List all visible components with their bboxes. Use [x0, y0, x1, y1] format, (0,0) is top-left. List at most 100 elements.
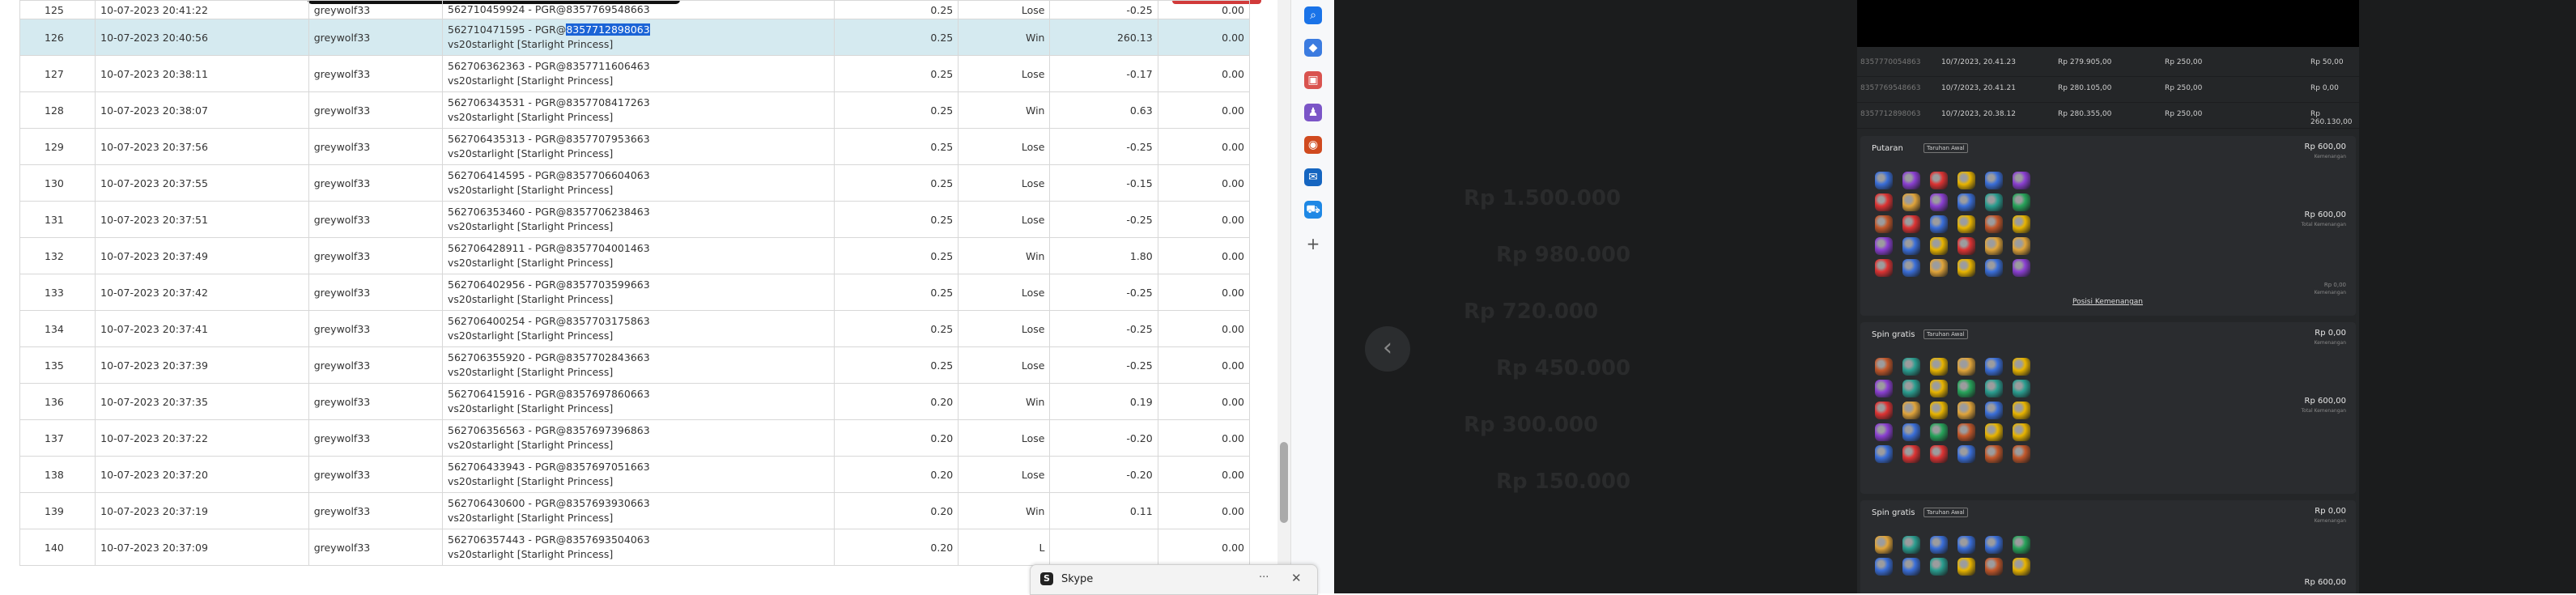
people-icon[interactable]: ♟	[1304, 104, 1322, 121]
row-number: 132	[19, 237, 96, 274]
toolbox-icon[interactable]: ▣	[1304, 71, 1322, 89]
history-round-id: 8357770054863	[1860, 58, 1921, 66]
game-name: vs20starlight [Starlight Princess]	[448, 220, 614, 232]
row-username: greywolf33	[308, 0, 444, 19]
background-prize-text: Rp 980.000	[1496, 243, 1631, 267]
background-prize-text: Rp 300.000	[1464, 413, 1599, 437]
slot-symbol-icon	[1958, 445, 1975, 463]
row-datetime: 10-07-2023 20:37:39	[95, 346, 309, 384]
row-username: greywolf33	[308, 346, 444, 384]
game-name: vs20starlight [Starlight Princess]	[448, 293, 614, 305]
slot-symbol-icon	[1985, 558, 2003, 576]
table-row[interactable]: 135 10-07-2023 20:37:39 greywolf33 56270635…	[19, 346, 1251, 384]
round-id: 562706362363 - PGR@8357711606463	[448, 60, 650, 72]
slot-symbol-icon	[1875, 237, 1893, 255]
row-jackpot: 0.00	[1157, 164, 1251, 202]
winning-positions-link[interactable]: Posisi Kemenangan	[2072, 298, 2143, 306]
slot-symbol-icon	[1930, 193, 1948, 211]
add-icon[interactable]: +	[1304, 235, 1322, 253]
back-arrow-icon[interactable]: ‹	[1365, 326, 1410, 372]
row-username: greywolf33	[308, 91, 444, 129]
cart-icon[interactable]: ⛟	[1304, 201, 1322, 219]
table-row[interactable]: 130 10-07-2023 20:37:55 greywolf33 56270641…	[19, 164, 1251, 202]
office-icon[interactable]: ◉	[1304, 136, 1322, 154]
row-username: greywolf33	[308, 201, 444, 238]
table-row[interactable]: 125 10-07-2023 20:41:22 greywolf33 56271045…	[19, 0, 1251, 19]
slot-symbol-icon	[2013, 402, 2030, 419]
row-round-info: 562706428911 - PGR@8357704001463 vs20star…	[442, 237, 835, 274]
card-win-label: Kemenangan	[2314, 518, 2346, 524]
table-row[interactable]: 127 10-07-2023 20:38:11 greywolf33 56270636…	[19, 55, 1251, 92]
close-icon[interactable]: ✕	[1291, 571, 1302, 585]
round-id: 562706433943 - PGR@8357697051663	[448, 461, 650, 473]
history-bet: Rp 250,00	[2165, 110, 2203, 118]
row-datetime: 10-07-2023 20:37:55	[95, 164, 309, 202]
table-row[interactable]: 132 10-07-2023 20:37:49 greywolf33 56270642…	[19, 237, 1251, 274]
row-win-lose: -0.25	[1049, 310, 1158, 347]
slot-symbol-icon	[1985, 423, 2003, 441]
table-row[interactable]: 131 10-07-2023 20:37:51 greywolf33 56270635…	[19, 201, 1251, 238]
search-icon[interactable]: ⌕	[1304, 6, 1322, 24]
history-round-id: 8357712898063	[1860, 110, 1921, 118]
card-win-amount: Rp 600,00	[2304, 142, 2346, 151]
round-id-prefix: 562710471595 - PGR@	[448, 23, 567, 36]
row-number: 139	[19, 492, 96, 529]
slot-symbol-icon	[1985, 402, 2003, 419]
background-prize-text: Rp 150.000	[1496, 470, 1631, 494]
tag-icon[interactable]: ◆	[1304, 39, 1322, 57]
row-win-lose: -0.17	[1049, 55, 1158, 92]
slot-symbol-icon	[1930, 215, 1948, 233]
history-row[interactable]: 8357712898063 10/7/2023, 20.38.12 Rp 280.3…	[1857, 102, 2359, 129]
slot-symbol-icon	[1875, 215, 1893, 233]
row-bet: 0.25	[833, 55, 959, 92]
bet-history-table: 125 10-07-2023 20:41:22 greywolf33 56271045…	[19, 0, 1251, 566]
scrollbar-thumb[interactable]	[1280, 442, 1288, 523]
round-id: 562706435313 - PGR@8357707953663	[448, 133, 650, 145]
row-username: greywolf33	[308, 55, 444, 92]
game-name: vs20starlight [Starlight Princess]	[448, 184, 614, 196]
table-row[interactable]: 139 10-07-2023 20:37:19 greywolf33 56270643…	[19, 492, 1251, 529]
row-result: Win	[958, 237, 1051, 274]
table-row[interactable]: 129 10-07-2023 20:37:56 greywolf33 56270643…	[19, 128, 1251, 165]
row-bet: 0.25	[833, 128, 959, 165]
spin-result-card: Spin gratis Taruhan Awal Rp 0,00 Kemenangan…	[1860, 500, 2356, 593]
table-row[interactable]: 128 10-07-2023 20:38:07 greywolf33 56270634…	[19, 91, 1251, 129]
row-bet: 0.25	[833, 0, 959, 19]
row-jackpot: 0.00	[1157, 492, 1251, 529]
outlook-icon[interactable]: ✉	[1304, 168, 1322, 186]
slot-symbol-icon	[1958, 259, 1975, 277]
history-bet: Rp 250,00	[2165, 58, 2203, 66]
row-round-info: 562706357443 - PGR@8357693504063 vs20star…	[442, 529, 835, 566]
game-window: ‹ Rp 1.500.000 Rp 980.000 Rp 720.000 Rp 450…	[1334, 0, 2576, 593]
row-win-lose: -0.25	[1049, 0, 1158, 19]
table-row[interactable]: 140 10-07-2023 20:37:09 greywolf33 56270635…	[19, 529, 1251, 566]
slot-symbol-icon	[1958, 536, 1975, 554]
history-row[interactable]: 8357769548663 10/7/2023, 20.41.21 Rp 280.1…	[1857, 76, 2359, 103]
skype-window[interactable]: S Skype ··· ✕	[1030, 564, 1318, 595]
table-row[interactable]: 133 10-07-2023 20:37:42 greywolf33 56270640…	[19, 274, 1251, 311]
slot-symbol-icon	[2013, 445, 2030, 463]
table-row[interactable]: 137 10-07-2023 20:37:22 greywolf33 56270635…	[19, 419, 1251, 457]
row-number: 135	[19, 346, 96, 384]
table-row[interactable]: 136 10-07-2023 20:37:35 greywolf33 56270641…	[19, 383, 1251, 420]
history-row[interactable]: 8357770054863 10/7/2023, 20.41.23 Rp 279.9…	[1857, 50, 2359, 77]
more-options-icon[interactable]: ···	[1259, 572, 1269, 584]
slot-symbol-icon	[1875, 259, 1893, 277]
table-row[interactable]: 134 10-07-2023 20:37:41 greywolf33 56270640…	[19, 310, 1251, 347]
game-name: vs20starlight [Starlight Princess]	[448, 38, 614, 50]
row-number: 129	[19, 128, 96, 165]
row-result: Lose	[958, 128, 1051, 165]
row-round-info: 562706343531 - PGR@8357708417263 vs20star…	[442, 91, 835, 129]
row-datetime: 10-07-2023 20:41:22	[95, 0, 309, 19]
row-jackpot: 0.00	[1157, 55, 1251, 92]
table-row[interactable]: 138 10-07-2023 20:37:20 greywolf33 56270643…	[19, 456, 1251, 493]
slot-symbol-icon	[2013, 237, 2030, 255]
game-name: vs20starlight [Starlight Princess]	[448, 329, 614, 342]
row-bet: 0.25	[833, 19, 959, 56]
skype-icon: S	[1040, 572, 1053, 585]
table-row[interactable]: 126 10-07-2023 20:40:56 greywolf33 56271047…	[19, 19, 1251, 56]
slot-symbol-icon	[1930, 237, 1948, 255]
row-jackpot: 0.00	[1157, 456, 1251, 493]
initial-bet-badge: Taruhan Awal	[1923, 143, 1968, 153]
row-win-lose: 260.13	[1049, 19, 1158, 56]
